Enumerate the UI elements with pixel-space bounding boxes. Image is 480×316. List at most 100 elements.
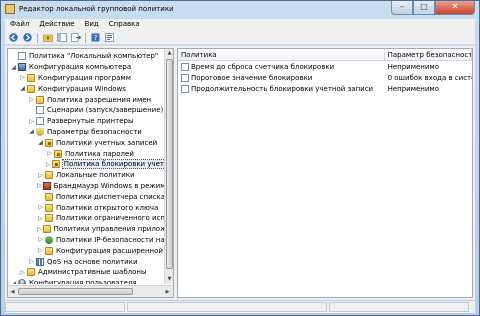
tree-item[interactable]: Политика "Локальный компьютер" [8,51,166,62]
tree-item[interactable]: ▷ Политика разрешения имен [8,94,166,105]
tree-item[interactable]: ▷ Политики управления прилож [8,224,166,235]
scroll-right-icon[interactable]: ▶ [163,288,172,297]
folder-icon [42,225,51,234]
folder-icon [45,171,53,180]
tree-item[interactable]: ▷ Брандмауэр Windows в режим [8,181,166,192]
folder-icon [44,192,53,201]
column-header-setting[interactable]: Параметр безопасности [385,49,472,60]
tree-item-label: Административные шаблоны [38,268,147,277]
close-button[interactable]: ✕ [435,1,475,15]
policy-icon [181,73,189,82]
expand-arrow-icon[interactable]: ▷ [37,236,44,244]
list-item[interactable]: Продолжительность блокировки учетной зап… [178,83,472,94]
tree-item-label: Локальные политики [56,171,135,180]
tree-item[interactable]: ▷ Политики IP-безопасности на [8,235,166,246]
tree-item[interactable]: ▷ Административные шаблоны [8,267,166,278]
no-expander [37,193,44,201]
menu-help[interactable]: Справка [104,19,145,31]
expand-arrow-icon[interactable]: ▷ [46,160,51,168]
expand-arrow-icon[interactable]: ▷ [37,225,42,233]
tree-item[interactable]: ▷ Конфигурация расширенной [8,245,166,256]
policy-icon [181,62,189,71]
setting-value: 0 ошибок входа в систе... [387,73,472,82]
scroll-thumb[interactable] [166,59,173,269]
menu-action[interactable]: Действие [34,19,79,31]
scroll-left-icon[interactable]: ◀ [8,288,17,297]
expand-arrow-icon[interactable]: ▷ [37,171,44,179]
lockfolder-icon [54,149,62,158]
expand-arrow-icon[interactable]: ▷ [28,117,35,125]
no-expander [28,106,35,114]
tree-item[interactable]: Сценарии (запуск/завершение) [8,105,166,116]
toolbar: ? [5,31,475,45]
expand-arrow-icon[interactable]: ▷ [19,268,26,276]
toolbar-separator [37,32,38,43]
folder-icon [36,95,44,104]
window-title: Редактор локальной групповой политики [19,5,174,13]
help-icon[interactable]: ? [90,32,101,43]
policy-name: Время до сброса счетчика блокировки [191,62,335,71]
tree-item[interactable]: ▷ Политика паролей [8,148,166,159]
column-header-policy[interactable]: Политика [178,49,385,60]
tree-item[interactable]: ◢ Параметры безопасности [8,127,166,138]
tree-item[interactable]: ▷ QoS на основе политики [8,256,166,267]
tree-item[interactable]: ◢ Политики учетных записей [8,137,166,148]
tree-view: Политика "Локальный компьютер" ◢ Конфигура… [8,51,166,284]
tree-item-label: Брандмауэр Windows в режим [53,181,166,190]
expand-arrow-icon[interactable]: ▷ [28,258,35,266]
tree-item[interactable]: ▷ Конфигурация программ [8,73,166,84]
scroll-up-icon[interactable]: ▲ [165,49,173,58]
tree-item-label: Конфигурация пользователя [29,279,137,284]
svg-text:?: ? [94,34,98,42]
back-icon[interactable] [8,32,19,43]
export-list-icon[interactable] [70,32,81,43]
tree-item[interactable]: ◢ Конфигурация пользователя [8,278,166,284]
tree-item[interactable]: ▷ Развернутые принтеры [8,116,166,127]
tree-item-label: Параметры безопасности [47,127,142,136]
collapse-arrow-icon[interactable]: ◢ [10,63,17,71]
tree-item-label: Политики управления прилож [53,225,166,234]
maximize-button[interactable]: □ [413,1,435,15]
tree-item[interactable]: ◢ Конфигурация компьютера [8,62,166,73]
no-expander [10,52,17,60]
tree-item-label: Развернутые принтеры [47,117,134,126]
tree-item[interactable]: Политики диспетчера списка [8,191,166,202]
tree-item-label: Политики IP-безопасности на [56,235,165,244]
tree-item[interactable]: ▷ Политики ограниченного исп [8,213,166,224]
tree-item-label: Политики диспетчера списка [55,192,165,201]
menu-view[interactable]: Вид [80,19,104,31]
tree-item[interactable]: ▷ Политика блокировки учет [8,159,166,170]
collapse-arrow-icon[interactable]: ◢ [37,139,44,147]
folder-icon [27,268,35,277]
tree-vertical-scrollbar[interactable]: ▲ ▼ [164,49,173,284]
collapse-arrow-icon[interactable]: ◢ [28,128,35,136]
list-item[interactable]: Время до сброса счетчика блокировки Непри… [178,61,472,72]
tree-item-label: Сценарии (запуск/завершение) [47,106,164,115]
expand-arrow-icon[interactable]: ▷ [46,150,53,158]
expand-arrow-icon[interactable]: ▷ [37,214,44,222]
expand-arrow-icon[interactable]: ▷ [37,182,42,190]
tree-item[interactable]: ▷ Локальные политики [8,170,166,181]
expand-arrow-icon[interactable]: ▷ [37,247,44,255]
list-item[interactable]: Пороговое значение блокировки 0 ошибок вх… [178,72,472,83]
expand-arrow-icon[interactable]: ▷ [37,204,44,212]
doc-icon [36,106,44,115]
menu-file[interactable]: Файл [5,19,34,31]
tree-horizontal-scrollbar[interactable]: ◀ ▶ [8,285,173,297]
minimize-button[interactable]: – [391,1,413,15]
properties-icon[interactable] [104,32,115,43]
user-icon [18,279,26,284]
show-hide-tree-icon[interactable] [56,32,67,43]
scroll-thumb[interactable] [18,288,133,295]
up-folder-icon[interactable] [42,32,53,43]
collapse-arrow-icon[interactable]: ◢ [10,279,17,284]
forward-icon[interactable] [22,32,33,43]
expand-arrow-icon[interactable]: ▷ [28,96,35,104]
collapse-arrow-icon[interactable]: ◢ [19,85,26,93]
status-segment [127,302,327,312]
expand-arrow-icon[interactable]: ▷ [19,74,26,82]
tree-item[interactable]: ◢ Конфигурация Windows [8,83,166,94]
scroll-down-icon[interactable]: ▼ [165,275,173,284]
policy-cell: Продолжительность блокировки учетной зап… [178,84,385,93]
tree-item[interactable]: ▷ Политики открытого ключа [8,202,166,213]
